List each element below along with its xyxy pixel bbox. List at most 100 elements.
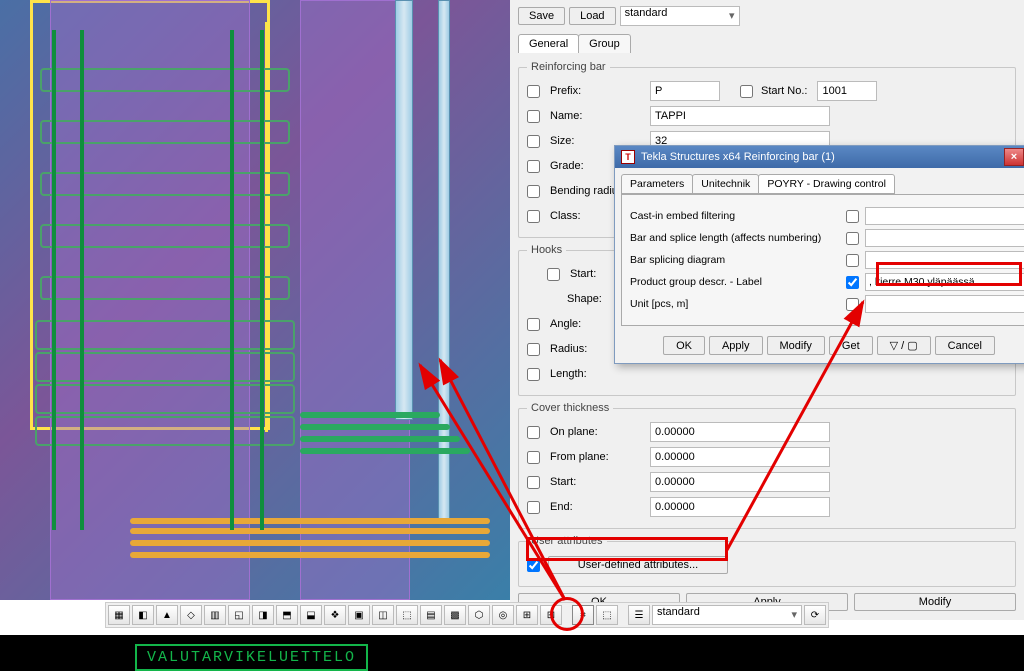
popup-titlebar[interactable]: T Tekla Structures x64 Reinforcing bar (… (615, 146, 1024, 168)
on-plane-input[interactable] (650, 422, 830, 442)
toolbar-button[interactable]: ◨ (252, 605, 274, 625)
stirrup (40, 172, 290, 196)
stirrup (40, 224, 290, 248)
toolbar-button[interactable]: ▣ (348, 605, 370, 625)
tekla-app-icon: T (621, 150, 635, 164)
rebar (300, 424, 450, 430)
toolbar-button[interactable]: ◫ (372, 605, 394, 625)
startno-input[interactable] (817, 81, 877, 101)
stirrup (35, 320, 295, 350)
tab-group[interactable]: Group (578, 34, 631, 53)
toolbar-button[interactable]: ⬚ (396, 605, 418, 625)
stirrup (35, 352, 295, 382)
name-enable-checkbox[interactable] (527, 110, 540, 123)
tab-unitechnik[interactable]: Unitechnik (692, 174, 759, 194)
annotation-rect-product-group (876, 262, 1022, 286)
load-button[interactable]: Load (569, 7, 615, 25)
cover-start-checkbox[interactable] (527, 476, 540, 489)
toolbar-button[interactable]: ▩ (444, 605, 466, 625)
prefix-enable-checkbox[interactable] (527, 85, 540, 98)
from-plane-label: From plane: (548, 451, 646, 463)
tab-parameters[interactable]: Parameters (621, 174, 693, 194)
save-button[interactable]: Save (518, 7, 565, 25)
cast-in-embed-label: Cast-in embed filtering (630, 210, 840, 222)
rebar (300, 448, 470, 454)
product-group-label: Product group descr. - Label (630, 276, 840, 288)
rebar-vertical (230, 30, 234, 530)
bar-splice-length-input[interactable] (865, 229, 1024, 247)
startno-label: Start No.: (761, 85, 807, 97)
stirrup (40, 68, 290, 92)
toolbar-button[interactable]: ❖ (324, 605, 346, 625)
tab-poyry-drawing-control[interactable]: POYRY - Drawing control (758, 174, 895, 194)
toolbar-preset-combo[interactable]: standard (652, 605, 802, 625)
cast-in-embed-input[interactable] (865, 207, 1024, 225)
toolbar-button[interactable]: ⬡ (468, 605, 490, 625)
bending-radius-enable-checkbox[interactable] (527, 185, 540, 198)
prefix-label: Prefix: (548, 85, 646, 97)
cover-end-checkbox[interactable] (527, 501, 540, 514)
cover-end-label: End: (548, 501, 646, 513)
toolbar-button[interactable]: ▥ (204, 605, 226, 625)
toolbar-button[interactable]: ⬓ (300, 605, 322, 625)
cover-start-label: Start: (548, 476, 646, 488)
bar-splicing-diagram-checkbox[interactable] (846, 254, 859, 267)
rebar (130, 540, 490, 546)
pipe-element (395, 0, 413, 420)
bar-splice-length-checkbox[interactable] (846, 232, 859, 245)
cover-legend: Cover thickness (527, 402, 613, 414)
unit-input[interactable] (865, 295, 1024, 313)
length-enable-checkbox[interactable] (527, 368, 540, 381)
from-plane-checkbox[interactable] (527, 451, 540, 464)
class-enable-checkbox[interactable] (527, 210, 540, 223)
start-hook-checkbox[interactable] (547, 268, 560, 281)
toolbar-button[interactable]: ◎ (492, 605, 514, 625)
toolbar-button[interactable]: ⬒ (276, 605, 298, 625)
product-group-checkbox[interactable] (846, 276, 859, 289)
toolbar-button[interactable]: ◇ (180, 605, 202, 625)
from-plane-input[interactable] (650, 447, 830, 467)
toolbar-button[interactable]: ◱ (228, 605, 250, 625)
toolbar-button[interactable]: ⊞ (516, 605, 538, 625)
toolbar-button[interactable]: ⬚ (596, 605, 618, 625)
on-plane-checkbox[interactable] (527, 426, 540, 439)
popup-toggle-button[interactable]: ▽ / ▢ (877, 336, 931, 355)
cast-in-embed-checkbox[interactable] (846, 210, 859, 223)
name-input[interactable] (650, 106, 830, 126)
length-label: Length: (548, 368, 646, 380)
toolbar-button[interactable]: ▲ (156, 605, 178, 625)
toolbar-refresh-button[interactable]: ⟳ (804, 605, 826, 625)
popup-apply-button[interactable]: Apply (709, 336, 763, 355)
tab-general[interactable]: General (518, 34, 579, 53)
unit-checkbox[interactable] (846, 298, 859, 311)
cover-end-input[interactable] (650, 497, 830, 517)
column-element (300, 0, 410, 600)
size-enable-checkbox[interactable] (527, 135, 540, 148)
footer-band: VALUTARVIKELUETTELO (0, 635, 1024, 671)
footer-title-box: VALUTARVIKELUETTELO (135, 644, 368, 671)
grade-enable-checkbox[interactable] (527, 160, 540, 173)
rebar-vertical (52, 30, 56, 530)
popup-get-button[interactable]: Get (829, 336, 873, 355)
toolbar-button[interactable]: ◧ (132, 605, 154, 625)
popup-cancel-button[interactable]: Cancel (935, 336, 995, 355)
rebar-vertical (260, 30, 264, 530)
popup-modify-button[interactable]: Modify (767, 336, 825, 355)
rebar (300, 436, 460, 442)
toolbar-button[interactable]: ▦ (108, 605, 130, 625)
cover-start-input[interactable] (650, 472, 830, 492)
preset-combo[interactable]: standard (620, 6, 740, 26)
toolbar-button[interactable]: ☰ (628, 605, 650, 625)
bar-splicing-diagram-label: Bar splicing diagram (630, 254, 840, 266)
popup-ok-button[interactable]: OK (663, 336, 705, 355)
modify-button[interactable]: Modify (854, 593, 1016, 611)
startno-enable-checkbox[interactable] (740, 85, 753, 98)
on-plane-label: On plane: (548, 426, 646, 438)
angle-enable-checkbox[interactable] (527, 318, 540, 331)
prefix-input[interactable] (650, 81, 720, 101)
toolbar-button[interactable]: ▤ (420, 605, 442, 625)
stirrup (35, 384, 295, 414)
model-3d-viewport[interactable] (0, 0, 510, 600)
radius-enable-checkbox[interactable] (527, 343, 540, 356)
popup-close-button[interactable]: × (1004, 148, 1024, 166)
